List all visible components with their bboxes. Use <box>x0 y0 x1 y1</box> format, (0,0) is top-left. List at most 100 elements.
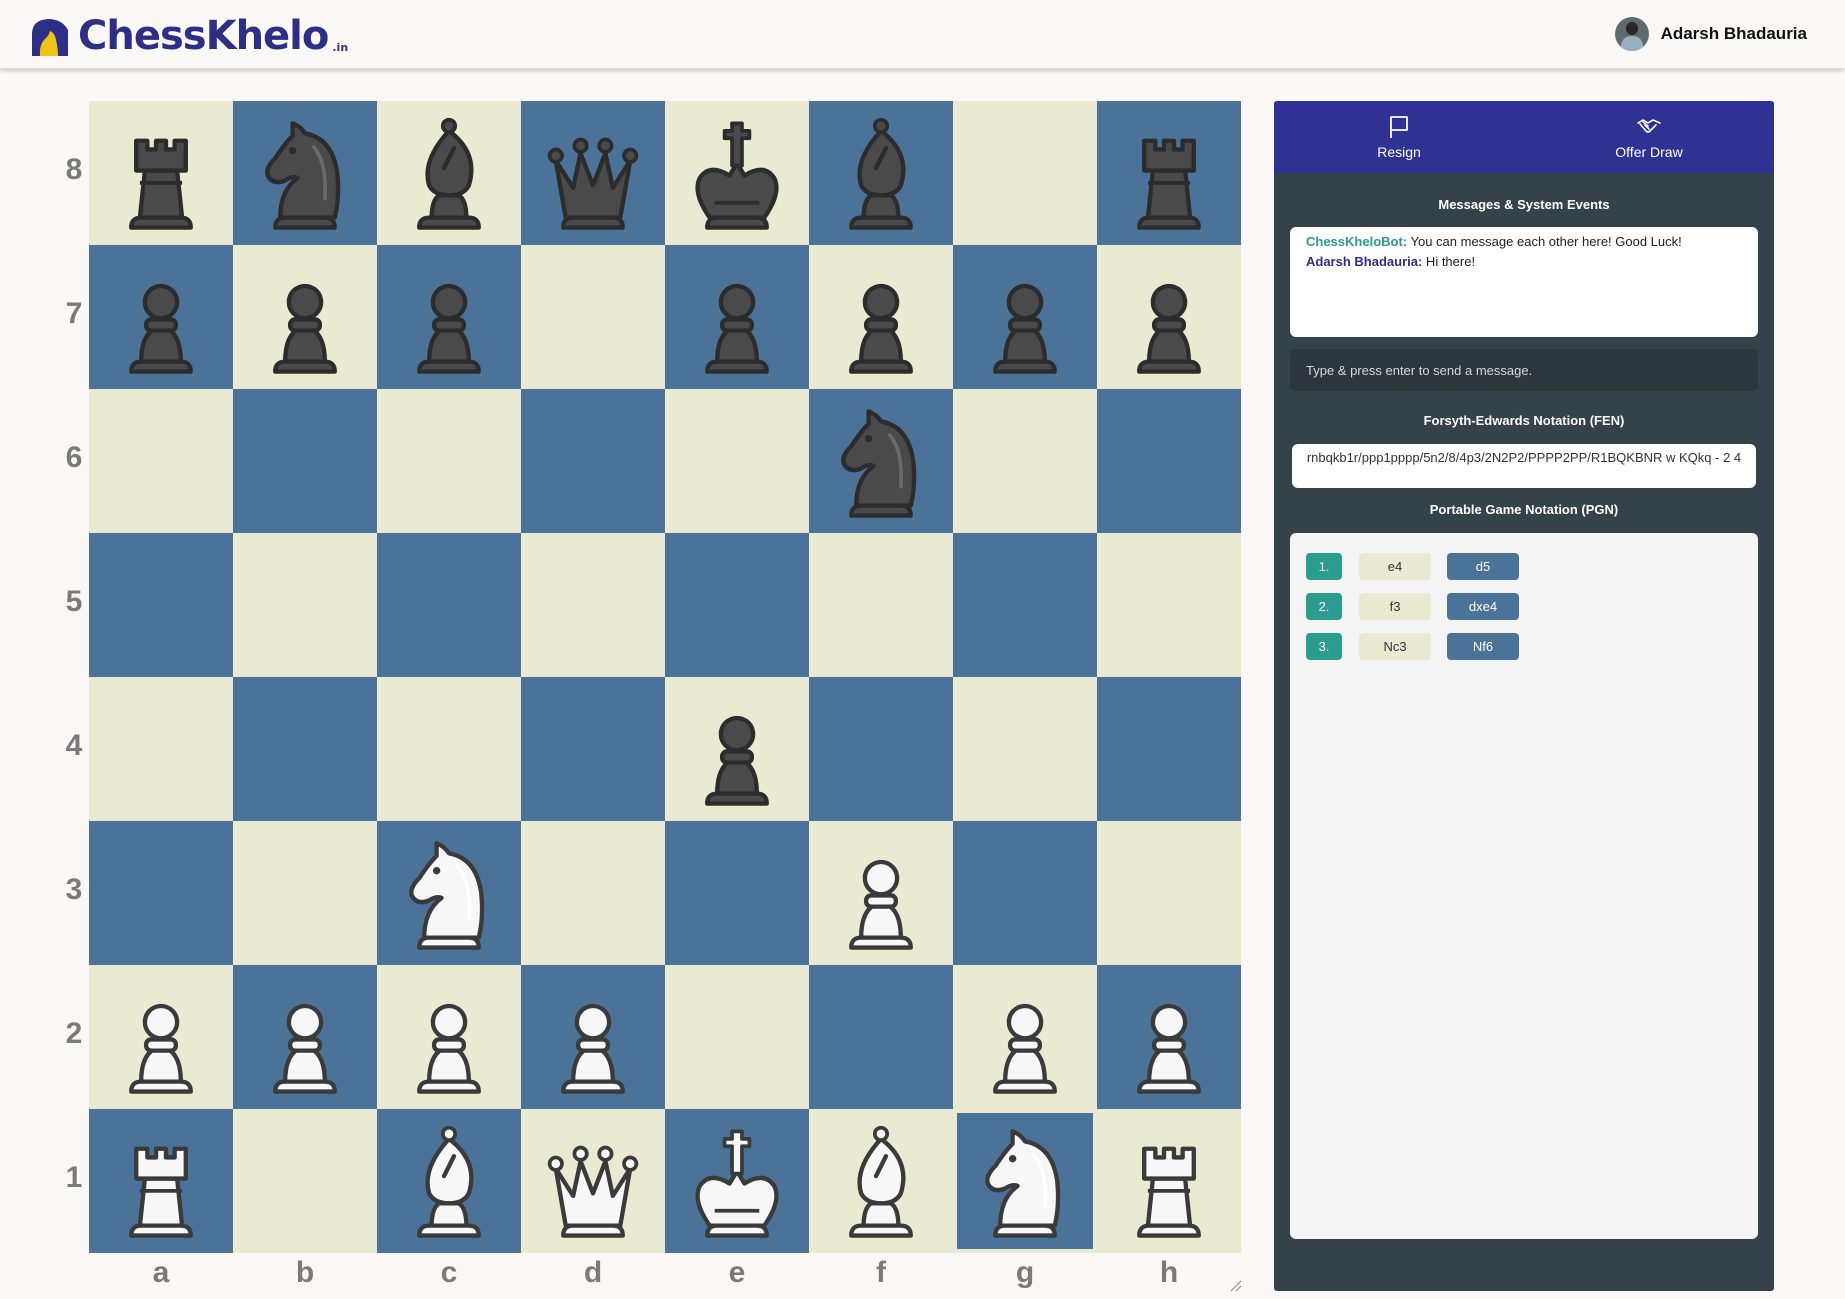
white-move[interactable]: e4 <box>1359 553 1431 580</box>
square-a6[interactable] <box>89 389 233 533</box>
square-f7[interactable] <box>809 245 953 389</box>
square-g3[interactable] <box>953 821 1097 965</box>
square-e7[interactable] <box>665 245 809 389</box>
offer-draw-button[interactable]: Offer Draw <box>1524 101 1774 173</box>
square-c1[interactable] <box>377 1109 521 1253</box>
chat-input[interactable] <box>1290 349 1758 391</box>
black-pawn-icon[interactable] <box>675 687 799 811</box>
black-pawn-icon[interactable] <box>963 255 1087 379</box>
square-b7[interactable] <box>233 245 377 389</box>
white-pawn-icon[interactable] <box>819 831 943 955</box>
square-g1[interactable] <box>953 1109 1097 1253</box>
square-d1[interactable] <box>521 1109 665 1253</box>
square-h6[interactable] <box>1097 389 1241 533</box>
white-king-icon[interactable] <box>675 1119 799 1243</box>
square-h4[interactable] <box>1097 677 1241 821</box>
square-e3[interactable] <box>665 821 809 965</box>
square-c6[interactable] <box>377 389 521 533</box>
white-bishop-icon[interactable] <box>387 1119 511 1243</box>
square-b1[interactable] <box>233 1109 377 1253</box>
square-b2[interactable] <box>233 965 377 1109</box>
black-move[interactable]: dxe4 <box>1447 593 1519 620</box>
square-f2[interactable] <box>809 965 953 1109</box>
square-e5[interactable] <box>665 533 809 677</box>
white-queen-icon[interactable] <box>531 1119 655 1243</box>
black-rook-icon[interactable] <box>1107 111 1231 235</box>
square-h3[interactable] <box>1097 821 1241 965</box>
square-f1[interactable] <box>809 1109 953 1253</box>
square-h5[interactable] <box>1097 533 1241 677</box>
square-h2[interactable] <box>1097 965 1241 1109</box>
square-a7[interactable] <box>89 245 233 389</box>
square-c4[interactable] <box>377 677 521 821</box>
white-rook-icon[interactable] <box>1107 1119 1231 1243</box>
black-knight-icon[interactable] <box>819 399 943 523</box>
square-a4[interactable] <box>89 677 233 821</box>
square-a8[interactable] <box>89 101 233 245</box>
square-f3[interactable] <box>809 821 953 965</box>
square-h7[interactable] <box>1097 245 1241 389</box>
site-logo[interactable]: ChessKhelo .in <box>28 12 348 58</box>
white-rook-icon[interactable] <box>99 1119 223 1243</box>
square-f4[interactable] <box>809 677 953 821</box>
square-c7[interactable] <box>377 245 521 389</box>
black-pawn-icon[interactable] <box>387 255 511 379</box>
square-h8[interactable] <box>1097 101 1241 245</box>
black-bishop-icon[interactable] <box>819 111 943 235</box>
white-move[interactable]: Nc3 <box>1359 633 1431 660</box>
square-a5[interactable] <box>89 533 233 677</box>
black-pawn-icon[interactable] <box>1107 255 1231 379</box>
white-pawn-icon[interactable] <box>243 975 367 1099</box>
square-g4[interactable] <box>953 677 1097 821</box>
white-move[interactable]: f3 <box>1359 593 1431 620</box>
avatar[interactable] <box>1614 17 1649 51</box>
square-f5[interactable] <box>809 533 953 677</box>
square-e8[interactable] <box>665 101 809 245</box>
black-move[interactable]: Nf6 <box>1447 633 1519 660</box>
square-b3[interactable] <box>233 821 377 965</box>
black-pawn-icon[interactable] <box>675 255 799 379</box>
black-rook-icon[interactable] <box>99 111 223 235</box>
square-a1[interactable] <box>89 1109 233 1253</box>
black-pawn-icon[interactable] <box>99 255 223 379</box>
square-d4[interactable] <box>521 677 665 821</box>
square-b5[interactable] <box>233 533 377 677</box>
square-c5[interactable] <box>377 533 521 677</box>
square-h1[interactable] <box>1097 1109 1241 1253</box>
square-d8[interactable] <box>521 101 665 245</box>
square-g6[interactable] <box>953 389 1097 533</box>
black-pawn-icon[interactable] <box>819 255 943 379</box>
square-b8[interactable] <box>233 101 377 245</box>
white-pawn-icon[interactable] <box>531 975 655 1099</box>
black-king-icon[interactable] <box>675 111 799 235</box>
square-f6[interactable] <box>809 389 953 533</box>
white-bishop-icon[interactable] <box>819 1119 943 1243</box>
white-pawn-icon[interactable] <box>1107 975 1231 1099</box>
white-knight-icon[interactable] <box>387 831 511 955</box>
square-a3[interactable] <box>89 821 233 965</box>
resize-handle-icon[interactable] <box>1228 1278 1242 1292</box>
square-d7[interactable] <box>521 245 665 389</box>
black-knight-icon[interactable] <box>243 111 367 235</box>
square-e2[interactable] <box>665 965 809 1109</box>
square-g5[interactable] <box>953 533 1097 677</box>
white-knight-icon[interactable] <box>963 1119 1087 1243</box>
square-b6[interactable] <box>233 389 377 533</box>
black-bishop-icon[interactable] <box>387 111 511 235</box>
square-d3[interactable] <box>521 821 665 965</box>
square-e4[interactable] <box>665 677 809 821</box>
black-move[interactable]: d5 <box>1447 553 1519 580</box>
square-c2[interactable] <box>377 965 521 1109</box>
square-d5[interactable] <box>521 533 665 677</box>
black-queen-icon[interactable] <box>531 111 655 235</box>
square-a2[interactable] <box>89 965 233 1109</box>
square-f8[interactable] <box>809 101 953 245</box>
white-pawn-icon[interactable] <box>99 975 223 1099</box>
square-c3[interactable] <box>377 821 521 965</box>
square-e6[interactable] <box>665 389 809 533</box>
square-e1[interactable] <box>665 1109 809 1253</box>
square-d2[interactable] <box>521 965 665 1109</box>
square-b4[interactable] <box>233 677 377 821</box>
square-c8[interactable] <box>377 101 521 245</box>
user-menu[interactable]: Adarsh Bhadauria <box>1614 17 1807 51</box>
